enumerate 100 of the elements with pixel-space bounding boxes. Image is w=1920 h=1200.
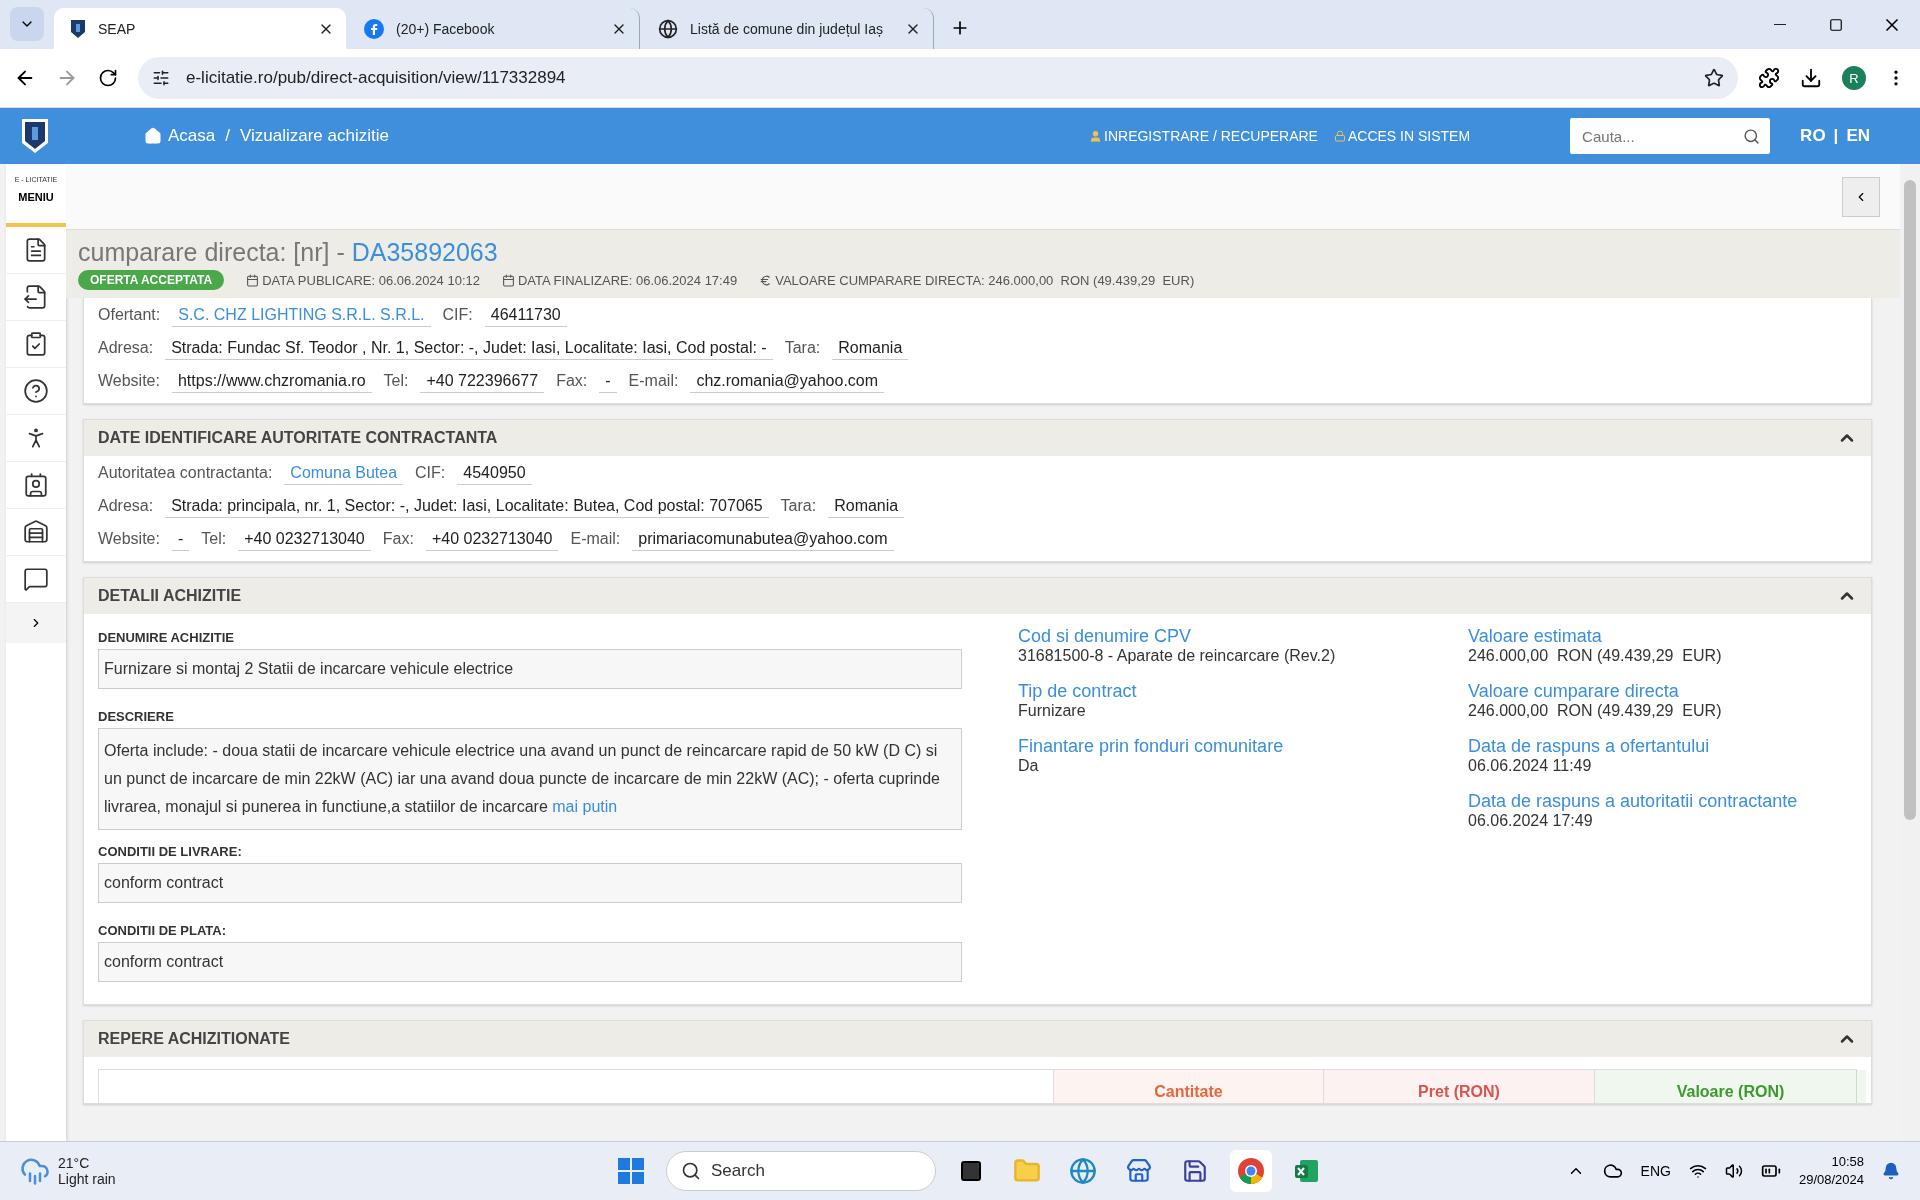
sidebar-item[interactable] [6, 227, 66, 274]
code-link[interactable]: DA35892063 [351, 238, 498, 266]
detail-label: Finantare prin fonduri comunitare [1018, 736, 1285, 757]
sidebar-item[interactable] [6, 462, 66, 509]
globe-icon [1069, 1157, 1097, 1185]
field-value: Furnizare si montaj 2 Statii de incarcare vehicule electrice [98, 649, 962, 689]
detail-value: 246.000,00 RON (49.439,29 EUR) [1468, 702, 1723, 720]
column-header: Cantitate [1053, 1070, 1323, 1103]
building-icon [23, 519, 49, 545]
tab-search-button[interactable] [10, 7, 44, 41]
meta-info: DATA FINALIZARE: 06.06.2024 17:49 [502, 272, 738, 288]
chrome-button[interactable] [1230, 1150, 1272, 1192]
breadcrumb-current: Vizualizare achizitie [240, 126, 389, 146]
detail-label: Valoare estimata [1468, 626, 1603, 647]
field-label: Ofertant: [98, 306, 161, 324]
field-label: CIF: [442, 306, 473, 324]
address-bar[interactable]: e-licitatie.ro/pub/direct-acquisition/view/117332894 [138, 57, 1738, 99]
field-label: Tel: [383, 372, 409, 390]
clock-date[interactable]: 29/08/2024 [1798, 1171, 1864, 1189]
windows-icon [618, 1158, 644, 1184]
taskbar-search[interactable]: Search [666, 1151, 936, 1191]
extensions-icon[interactable] [1758, 67, 1780, 89]
shield-logo-icon[interactable] [21, 118, 49, 154]
field-link[interactable]: S.C. CHZ LIGHTING S.R.L. S.R.L. [172, 306, 431, 327]
search-field[interactable]: Cauta... [1570, 118, 1771, 154]
detail-value: 31681500-8 - Aparate de reincarcare (Rev.2) [1018, 647, 1337, 665]
shield-icon [70, 18, 86, 39]
field-label: Tel: [201, 530, 227, 548]
field-label: E-mail: [628, 372, 679, 390]
detail-value: 246.000,00 RON (49.439,29 EUR) [1468, 647, 1723, 665]
field-label: Tara: [784, 339, 821, 357]
temperature: 21°C [58, 1155, 91, 1171]
field-value: Strada: Fundac Sf. Teodor , Nr. 1, Sector: -, Judet: Iasi, Localitate: Iasi, Cod postal: - [165, 339, 773, 360]
download-icon[interactable] [1800, 67, 1822, 89]
notification-icon[interactable] [1882, 1162, 1900, 1180]
sidebar-item[interactable] [6, 509, 66, 556]
field-value: Romania [832, 339, 909, 360]
header-link[interactable]: ACCES IN SISTEM [1333, 128, 1471, 144]
wifi-icon[interactable] [1688, 1162, 1707, 1180]
volume-icon[interactable] [1724, 1162, 1743, 1180]
restore-icon [1829, 17, 1843, 32]
less-link[interactable]: mai putin [552, 798, 618, 815]
field-value: Romania [828, 497, 905, 518]
square-icon [959, 1159, 983, 1183]
field-label: DESCRIERE [98, 709, 175, 724]
bookmark-star-icon[interactable] [1704, 68, 1724, 88]
site-settings-icon[interactable] [152, 69, 170, 87]
field-value: +40 722396677 [420, 372, 545, 393]
language-separator: | [1833, 126, 1839, 146]
calendar-icon [246, 273, 260, 287]
detail-label: Data de raspuns a autoritatii contractante [1468, 791, 1799, 812]
field-value: +40 0232713040 [238, 530, 371, 551]
field-label: Tara: [780, 497, 817, 515]
detail-value: Furnizare [1018, 702, 1087, 720]
field-value: - [171, 530, 190, 551]
description-box: Oferta include: - doua statii de incarcare vehicule electrice una avand un punct de reincarcare rapid de 50 kW (D C) si un punct de incarcare de min 22kW (AC) iar una avand doua puncte de incarcare de min 22kW (AC); - oferta cuprinde livrarea, monajul si punerea in functiune,a statiilor de incarcare mai putin [98, 728, 962, 830]
meta-info: DATA PUBLICARE: 06.06.2024 10:12 [246, 272, 480, 288]
field-value: - [599, 372, 617, 393]
language-link[interactable]: EN [1846, 126, 1870, 146]
header-link[interactable]: INREGISTRARE / RECUPERARE [1089, 128, 1318, 144]
field-value: chz.romania@yahoo.com [690, 372, 885, 393]
language-link[interactable]: RO [1800, 126, 1826, 146]
minimize-icon [1774, 23, 1786, 26]
field-value: https://www.chzromania.ro [171, 372, 372, 393]
detail-value: 06.06.2024 11:49 [1468, 757, 1593, 775]
field-label: CONDITII DE LIVRARE: [98, 844, 243, 859]
reload-icon[interactable] [98, 68, 118, 88]
field-label: Website: [98, 372, 160, 390]
sidebar-item[interactable] [6, 321, 66, 368]
language-indicator[interactable]: ENG [1640, 1163, 1671, 1179]
lock-icon [1333, 130, 1346, 142]
clock-time[interactable]: 10:58 [1798, 1153, 1864, 1171]
status-badge: OFERTA ACCEPTATA [78, 270, 225, 290]
field-label: Adresa: [98, 339, 154, 357]
clipboard-check-icon [23, 331, 49, 357]
browser-tab[interactable]: SEAP [54, 8, 346, 49]
home-link[interactable]: Acasa [144, 126, 216, 146]
page-title: cumparare directa: [nr] - DA35892063 [78, 238, 499, 267]
sidebar-item[interactable] [6, 368, 66, 415]
field-label: DENUMIRE ACHIZITIE [98, 630, 236, 645]
field-link[interactable]: Comuna Butea [284, 464, 404, 485]
field-value: 46411730 [484, 306, 567, 327]
detail-label: Tip de contract [1018, 681, 1138, 702]
sidebar-item[interactable] [6, 274, 66, 321]
field-label: CONDITII DE PLATA: [98, 923, 228, 938]
field-value: conform contract [98, 942, 962, 982]
search-icon[interactable] [1743, 127, 1761, 145]
detail-label: Cod si denumire CPV [1018, 626, 1193, 647]
help-icon [23, 378, 49, 404]
profile-avatar[interactable]: R [1842, 66, 1866, 90]
breadcrumb-separator: / [225, 126, 230, 146]
facebook-icon [364, 18, 384, 39]
section-title: DETALII ACHIZITIE [98, 587, 242, 605]
sidebar-item[interactable] [6, 556, 66, 603]
browser-tab[interactable]: (20+) Facebook [348, 8, 640, 49]
cloud-icon[interactable] [1602, 1161, 1623, 1181]
search-icon [681, 1161, 701, 1181]
store-icon [1126, 1158, 1152, 1184]
field-label: Fax: [556, 372, 588, 390]
browser-tab[interactable]: Listă de comune din județul Iaș [642, 8, 934, 49]
